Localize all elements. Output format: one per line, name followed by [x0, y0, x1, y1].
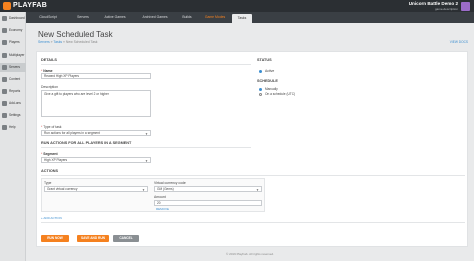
currency-code-label: Virtual currency code [154, 181, 186, 185]
remove-action-link[interactable]: REMOVE [156, 207, 169, 211]
currency-code-select[interactable]: GM (Gems) ▼ [154, 186, 262, 192]
sidebar-item-players[interactable]: Players [0, 38, 26, 47]
tab-game-modes[interactable]: Game Modes [199, 14, 231, 21]
game-title[interactable]: Unicorn Battle Demo 2 [409, 1, 458, 6]
reports-icon [2, 89, 7, 94]
page-title: New Scheduled Task [38, 30, 113, 39]
footer: © 2019 PlayFab. All rights reserved. [226, 252, 274, 256]
divider [41, 64, 251, 65]
add-action-link[interactable]: + ADD ACTION [41, 216, 62, 220]
run-now-button[interactable]: RUN NOW [41, 235, 69, 242]
schedule-on-schedule-radio[interactable] [259, 93, 262, 96]
segment-heading: RUN ACTIONS FOR ALL PLAYERS IN A SEGMENT [41, 141, 132, 145]
sidebar-item-label: Players [9, 40, 20, 44]
divider [41, 175, 465, 176]
schedule-on-schedule-label: On a schedule (UTC) [265, 92, 296, 96]
divider [41, 147, 251, 148]
actions-heading: ACTIONS [41, 169, 59, 173]
brand-name[interactable]: PLAYFAB [13, 2, 47, 10]
tab-tasks[interactable]: Tasks [232, 14, 252, 23]
tab-servers[interactable]: Servers [70, 14, 96, 21]
sidebar-item-label: Settings [9, 113, 21, 117]
type-of-task-select[interactable]: Run actions for all players in a segment… [41, 130, 151, 136]
top-bar: PLAYFAB Unicorn Battle Demo 2 game-descr… [0, 0, 474, 12]
breadcrumb: Servers » Tasks » New Scheduled Task [38, 40, 97, 44]
sidebar-item-label: Economy [9, 28, 23, 32]
segment-label: * Segment [41, 152, 58, 156]
view-docs-link[interactable]: VIEW DOCS [450, 40, 468, 44]
status-active-dot [259, 70, 262, 73]
details-heading: DETAILS [41, 58, 57, 62]
breadcrumb-current: New Scheduled Task [65, 40, 98, 44]
amount-label: Amount [154, 195, 166, 199]
status-heading: STATUS [257, 58, 272, 62]
name-input[interactable]: Reward High XP Players [41, 73, 151, 79]
action-type-select[interactable]: Grant virtual currency ▼ [44, 186, 148, 192]
type-of-task-label: * Type of task [41, 125, 62, 129]
settings-icon [2, 113, 7, 118]
type-of-task-value: Run actions for all players in a segment [44, 131, 100, 135]
sidebar-item-settings[interactable]: Settings [0, 111, 26, 120]
help-icon [2, 125, 7, 130]
chevron-down-icon: ▼ [145, 132, 148, 136]
sidebar: Dashboard Economy Players Multiplayer Se… [0, 12, 26, 261]
schedule-manually-radio[interactable] [259, 88, 262, 91]
content-icon [2, 77, 7, 82]
playfab-logo-icon[interactable] [3, 2, 11, 10]
sidebar-item-multiplayer[interactable]: Multiplayer [0, 51, 26, 60]
description-textarea[interactable]: Give a gift to players who are level 2 o… [41, 90, 151, 117]
amount-input[interactable]: 20 [154, 200, 262, 206]
dashboard-icon [2, 16, 7, 21]
currency-code-value: GM (Gems) [157, 187, 174, 191]
sidebar-item-dashboard[interactable]: Dashboard [0, 14, 26, 23]
sidebar-item-label: Add-ons [9, 101, 21, 105]
sidebar-item-label: Servers [9, 65, 20, 69]
chevron-down-icon: ▼ [142, 188, 145, 192]
servers-icon [2, 65, 7, 70]
action-type-label: Type [44, 181, 52, 185]
schedule-heading: SCHEDULE [257, 79, 278, 83]
game-subtitle: game-description [434, 6, 458, 11]
sidebar-item-help[interactable]: Help [0, 123, 26, 132]
cancel-button[interactable]: CANCEL [113, 235, 139, 242]
breadcrumb-servers[interactable]: Servers [38, 40, 50, 44]
add-action-label: ADD ACTION [43, 216, 62, 220]
sidebar-item-label: Reports [9, 89, 21, 93]
avatar[interactable] [461, 1, 470, 11]
tab-cloudscript[interactable]: CloudScript [30, 14, 66, 21]
addons-icon [2, 101, 7, 106]
economy-icon [2, 28, 7, 33]
sidebar-item-economy[interactable]: Economy [0, 26, 26, 35]
segment-select[interactable]: High XP Players ▼ [41, 157, 151, 163]
sidebar-item-servers[interactable]: Servers [0, 63, 26, 72]
chevron-down-icon: ▼ [256, 188, 259, 192]
task-form-panel: DETAILS * Name Reward High XP Players De… [36, 51, 468, 247]
action-row: Type Grant virtual currency ▼ Virtual cu… [41, 178, 265, 212]
sidebar-item-label: Multiplayer [9, 53, 25, 57]
tab-bar: CloudScript Servers Active Games Archive… [26, 12, 474, 23]
multiplayer-icon [2, 53, 7, 58]
description-label: Description [41, 85, 58, 89]
sidebar-item-label: Dashboard [9, 16, 25, 20]
divider [41, 222, 465, 223]
schedule-manually-label: Manually [265, 87, 278, 91]
sidebar-item-label: Help [9, 125, 16, 129]
segment-value: High XP Players [44, 158, 68, 162]
save-and-run-button[interactable]: SAVE AND RUN [77, 235, 109, 242]
tab-builds[interactable]: Builds [176, 14, 198, 21]
sidebar-item-addons[interactable]: Add-ons [0, 99, 26, 108]
sidebar-item-label: Content [9, 77, 21, 81]
action-type-value: Grant virtual currency [47, 187, 78, 191]
players-icon [2, 40, 7, 45]
status-value: Active [265, 69, 275, 73]
sidebar-item-reports[interactable]: Reports [0, 87, 26, 96]
tab-active-games[interactable]: Active Games [98, 14, 132, 21]
chevron-down-icon: ▼ [145, 159, 148, 163]
sidebar-item-content[interactable]: Content [0, 75, 26, 84]
breadcrumb-tasks[interactable]: Tasks [53, 40, 62, 44]
tab-archived-games[interactable]: Archived Games [134, 14, 176, 21]
